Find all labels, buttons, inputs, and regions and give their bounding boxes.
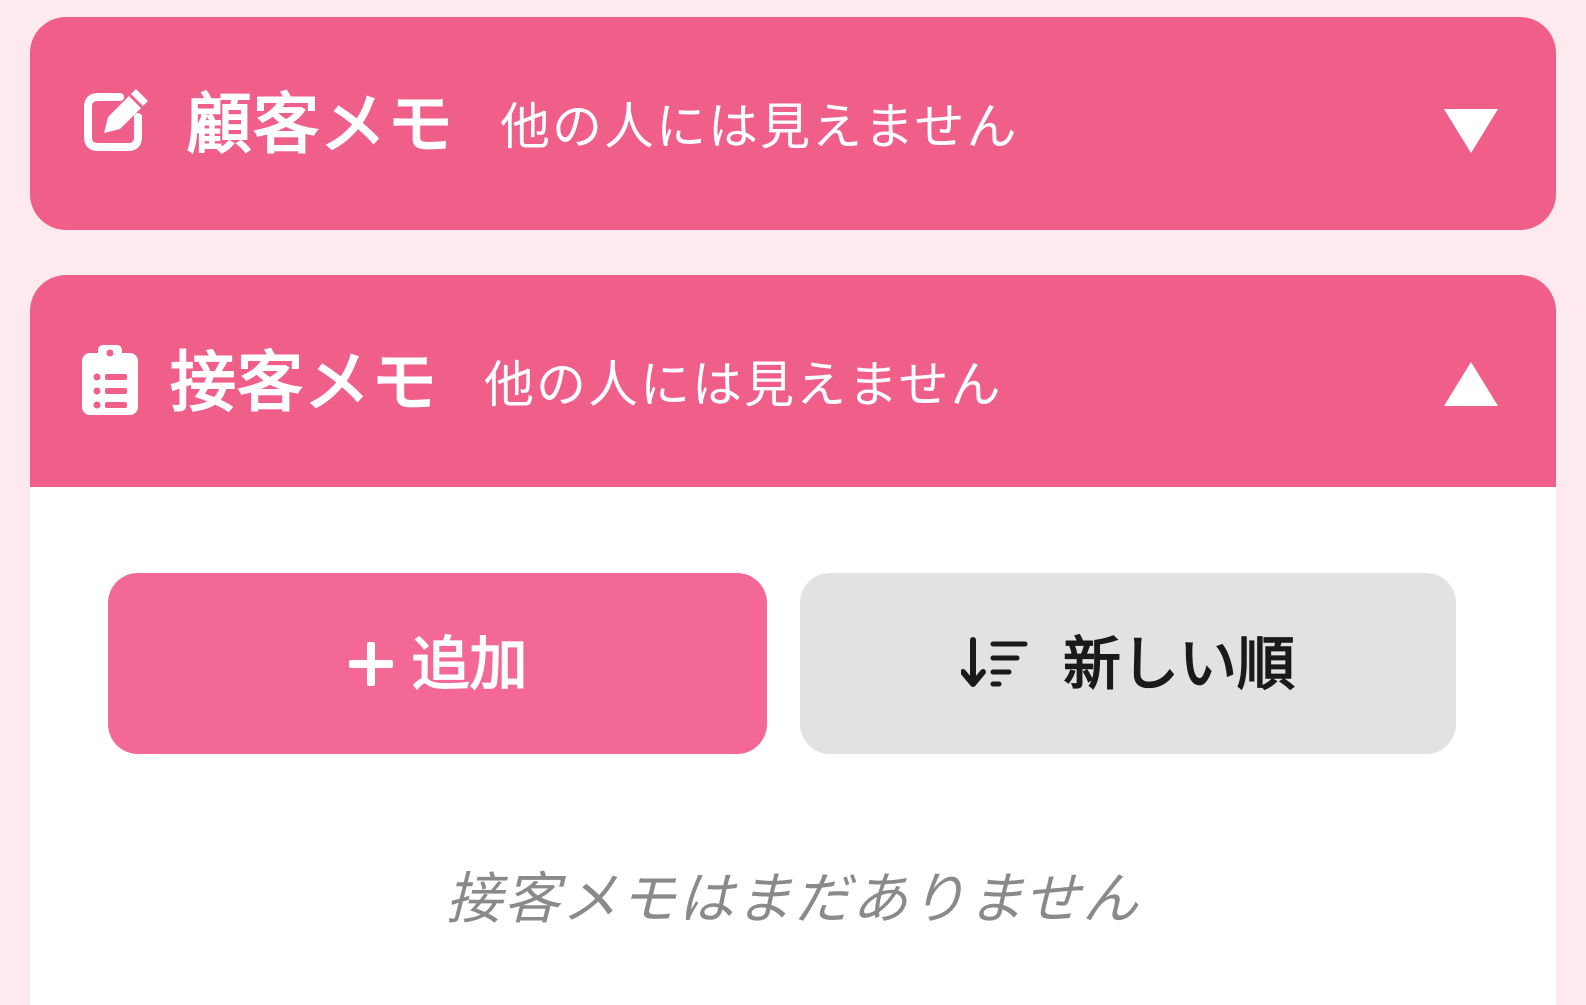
add-memo-button[interactable]: 追加	[108, 573, 767, 754]
empty-state-message: 接客メモはまだありません	[445, 867, 1141, 932]
customer-memo-title: 顧客メモ	[186, 86, 454, 163]
service-memo-title: 接客メモ	[170, 344, 438, 421]
chevron-down-icon[interactable]	[1444, 109, 1498, 153]
service-memo-subtitle: 他の人には見えません	[484, 356, 1003, 414]
edit-note-icon	[84, 89, 148, 151]
service-memo-panel: 接客メモ 他の人には見えません 追加 新しい順 接客メモはまだありません	[30, 275, 1556, 1005]
sort-order-button-label: 新しい順	[1062, 629, 1295, 698]
chevron-up-icon[interactable]	[1444, 362, 1498, 406]
service-memo-body: 追加 新しい順 接客メモはまだありません	[30, 487, 1556, 1005]
customer-memo-header[interactable]: 顧客メモ 他の人には見えません	[30, 17, 1556, 230]
service-memo-header[interactable]: 接客メモ 他の人には見えません	[30, 275, 1556, 488]
add-memo-button-label: 追加	[411, 629, 528, 698]
sort-order-button[interactable]: 新しい順	[800, 573, 1456, 754]
sort-descending-icon	[960, 636, 1028, 687]
clipboard-icon	[82, 345, 138, 415]
customer-memo-panel: 顧客メモ 他の人には見えません	[30, 17, 1556, 230]
customer-memo-subtitle: 他の人には見えません	[500, 98, 1019, 156]
plus-icon	[349, 641, 394, 686]
